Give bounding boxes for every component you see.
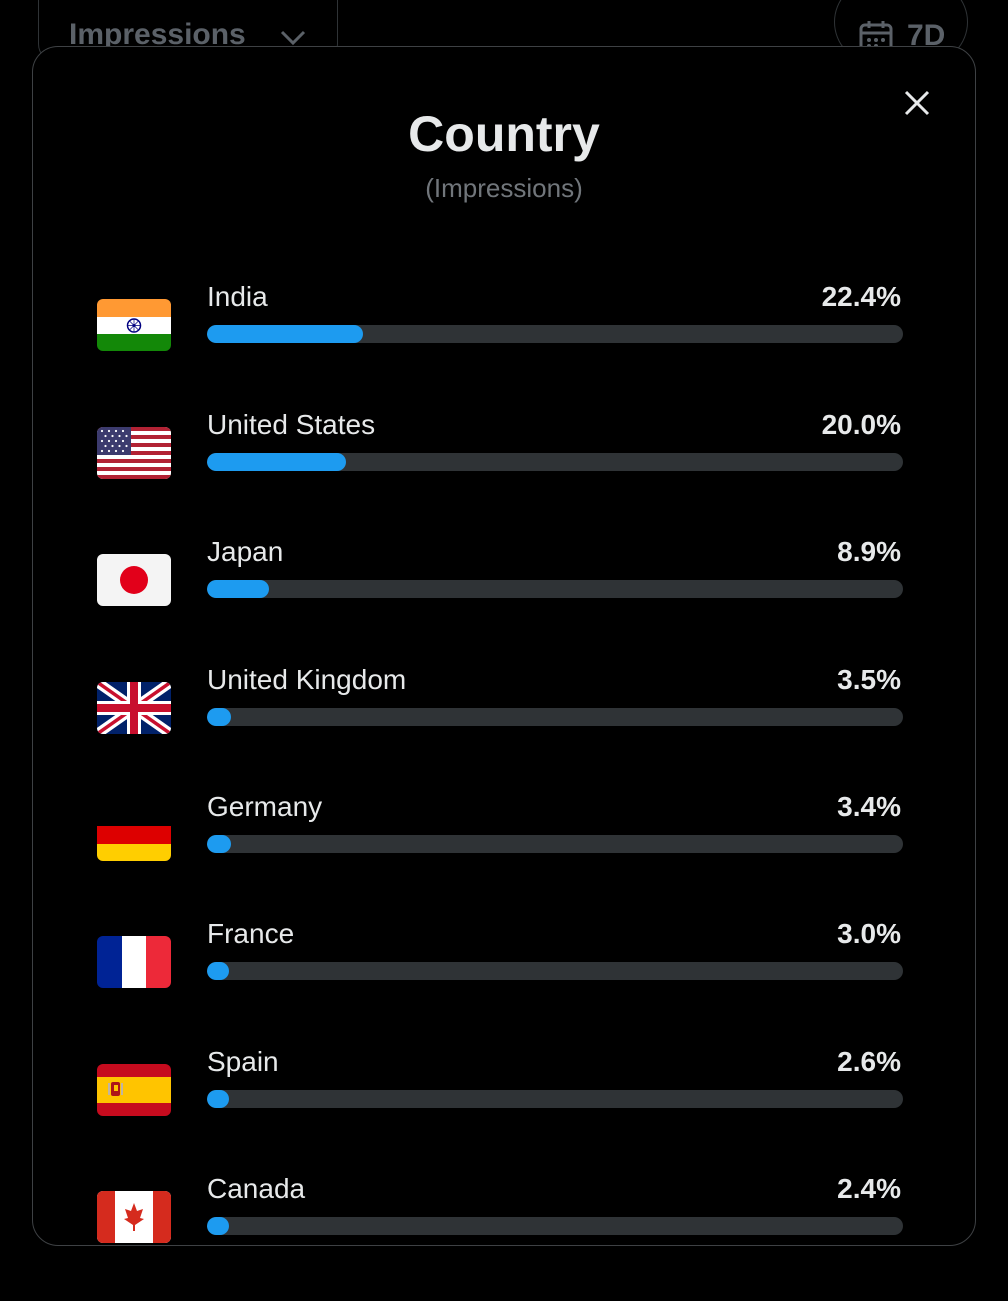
progress-track	[207, 453, 903, 471]
us-flag-icon	[97, 427, 171, 479]
india-flag-icon	[97, 299, 171, 351]
progress-fill	[207, 325, 363, 343]
country-percent: 2.4%	[837, 1173, 901, 1204]
country-row-united-kingdom: United Kingdom 3.5%	[33, 664, 975, 792]
country-percent: 2.6%	[837, 1046, 901, 1077]
progress-track	[207, 1217, 903, 1235]
progress-fill	[207, 1090, 229, 1108]
progress-track	[207, 835, 903, 853]
france-flag-icon	[97, 936, 171, 988]
country-name: Canada	[207, 1173, 306, 1204]
progress-fill	[207, 453, 347, 471]
country-name: India	[207, 281, 268, 312]
country-percent: 8.9%	[837, 536, 901, 567]
country-row-india: India 22.4%	[33, 281, 975, 409]
progress-track	[207, 1090, 903, 1108]
progress-track	[207, 708, 903, 726]
progress-fill	[207, 962, 229, 980]
country-percent: 22.4%	[821, 281, 901, 312]
country-modal: Country (Impressions) India 22.4% United…	[32, 46, 976, 1246]
progress-track	[207, 962, 903, 980]
modal-title: Country	[408, 106, 600, 162]
country-name: France	[207, 918, 295, 949]
country-row-france: France 3.0%	[33, 918, 975, 1046]
canada-flag-icon	[97, 1191, 171, 1243]
country-name: Germany	[207, 791, 323, 822]
country-name: Japan	[207, 536, 284, 567]
country-row-united-states: United States 20.0%	[33, 409, 975, 537]
country-name: Spain	[207, 1046, 279, 1077]
country-row-spain: Spain 2.6%	[33, 1046, 975, 1174]
country-row-canada: Canada 2.4%	[33, 1173, 975, 1301]
germany-flag-icon	[97, 809, 171, 861]
country-name: United Kingdom	[207, 664, 407, 695]
spain-flag-icon	[97, 1064, 171, 1116]
country-name: United States	[207, 409, 376, 440]
uk-flag-icon	[97, 682, 171, 734]
country-row-germany: Germany 3.4%	[33, 791, 975, 919]
japan-flag-icon	[97, 554, 171, 606]
progress-fill	[207, 580, 269, 598]
country-percent: 3.0%	[837, 918, 901, 949]
country-percent: 3.5%	[837, 664, 901, 695]
progress-track	[207, 580, 903, 598]
progress-fill	[207, 708, 232, 726]
modal-subtitle: (Impressions)	[425, 173, 583, 203]
country-row-japan: Japan 8.9%	[33, 536, 975, 664]
country-percent: 3.4%	[837, 791, 901, 822]
country-percent: 20.0%	[821, 409, 901, 440]
progress-fill	[207, 835, 231, 853]
progress-fill	[207, 1217, 229, 1235]
progress-track	[207, 325, 903, 343]
